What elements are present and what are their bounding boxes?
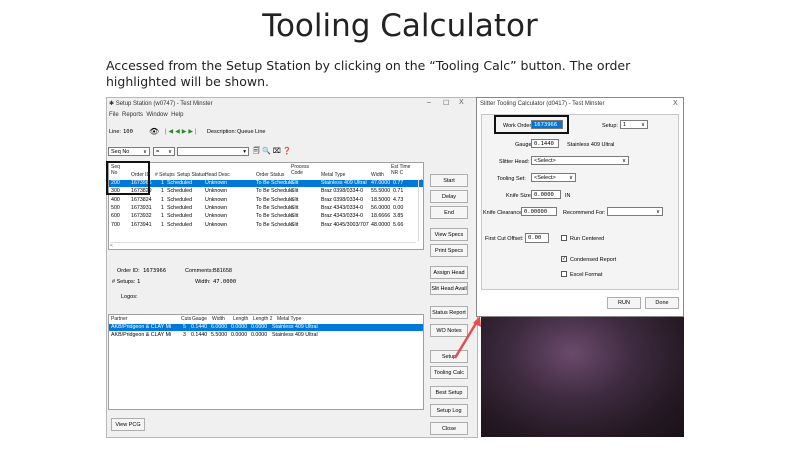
pointer-arrow — [453, 316, 481, 359]
